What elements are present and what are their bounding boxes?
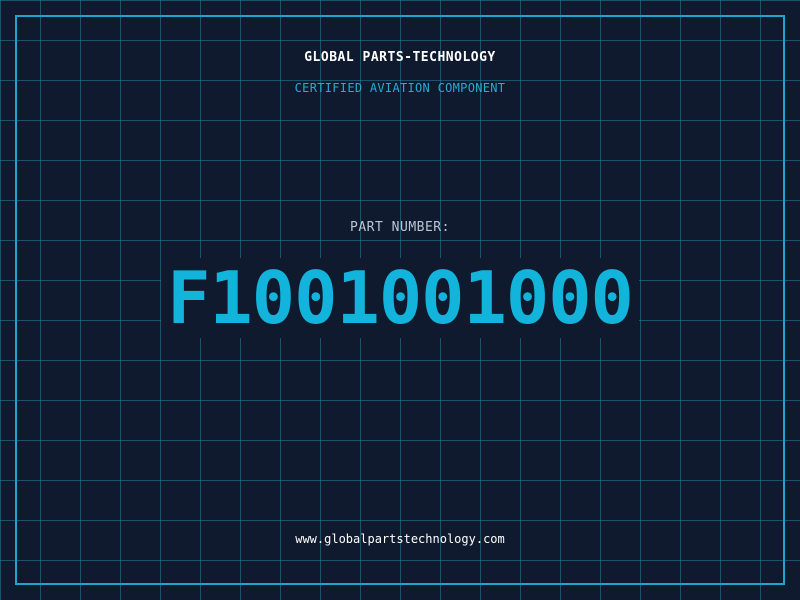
- company-name: GLOBAL PARTS-TECHNOLOGY: [304, 50, 496, 65]
- website-url: www.globalpartstechnology.com: [295, 532, 505, 546]
- part-number-container: F1001001000: [0, 258, 800, 338]
- part-label-card: GLOBAL PARTS-TECHNOLOGY CERTIFIED AVIATI…: [0, 0, 800, 600]
- part-number-value: F1001001000: [161, 258, 639, 338]
- part-number-label: PART NUMBER:: [350, 220, 450, 235]
- tagline: CERTIFIED AVIATION COMPONENT: [294, 81, 506, 95]
